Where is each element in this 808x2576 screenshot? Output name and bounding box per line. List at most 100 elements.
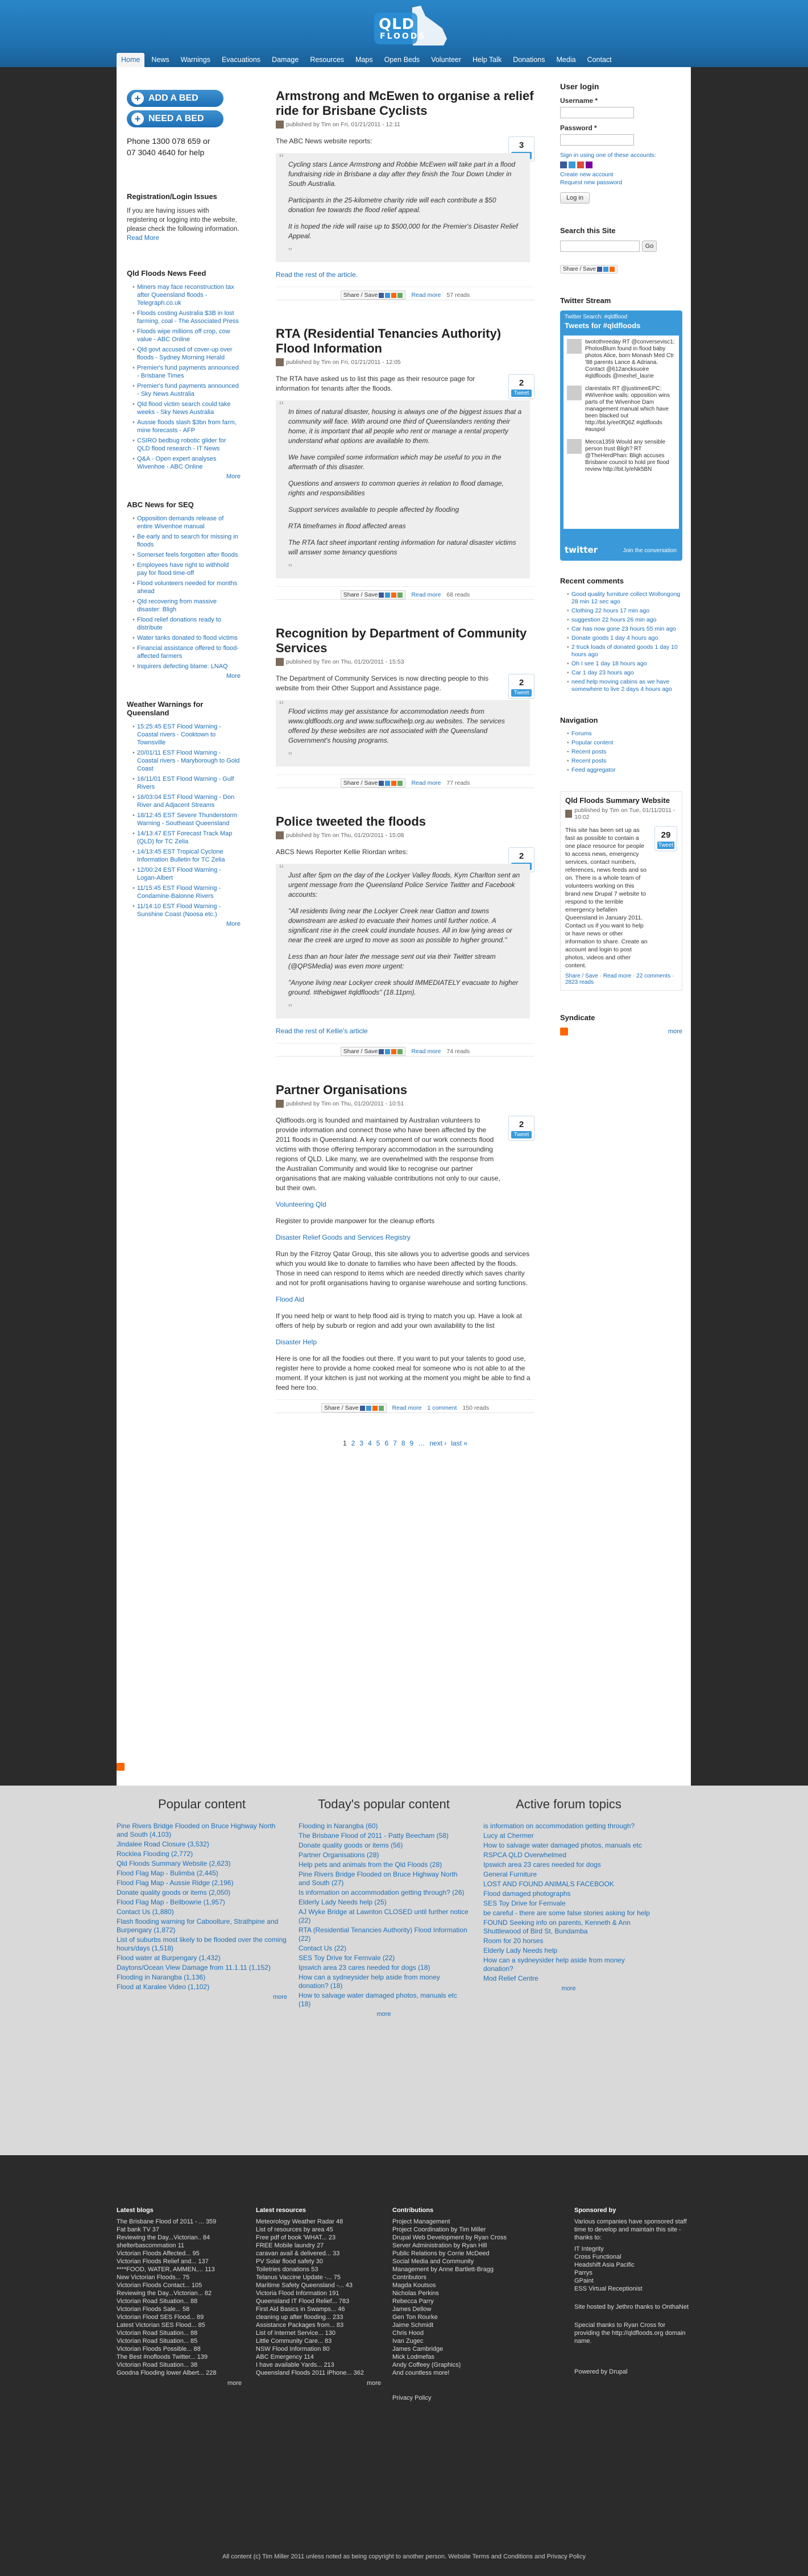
latest-resource-item[interactable]: First Aid Basics in Swamps... 46 — [256, 2305, 381, 2313]
recent-comment-item[interactable]: Donate goods 1 day 4 hours ago — [567, 635, 682, 642]
navigation-item[interactable]: Feed aggregator — [567, 767, 682, 774]
latest-blog-item[interactable]: Victorian Road Situation... 88 — [117, 2329, 242, 2337]
warning-item[interactable]: 18/12:45 EST Severe Thunderstorm Warning… — [132, 811, 241, 827]
latest-resource-item[interactable]: List of resources by area 45 — [256, 2226, 381, 2234]
recent-comment-item[interactable]: Car 1 day 23 hours ago — [567, 669, 682, 677]
seq-news-item[interactable]: Employees have right to withhold pay for… — [132, 561, 241, 577]
latest-blog-item[interactable]: shelterbascommation 11 — [117, 2242, 242, 2250]
partner-link[interactable]: Flood Aid — [276, 1295, 534, 1304]
qld-news-item[interactable]: Floods costing Australia $3B in lost far… — [132, 309, 241, 325]
share-save-button[interactable]: Share / Save — [340, 590, 406, 599]
read-more-link[interactable]: Read more — [411, 591, 441, 598]
latest-blog-item[interactable]: Victorian Road Situation... 38 — [117, 2361, 242, 2369]
site-logo[interactable]: QLD FLOODS — [358, 5, 449, 47]
tweet-avatar[interactable] — [567, 339, 582, 354]
google-icon[interactable] — [577, 161, 584, 168]
article-outro-link[interactable]: Read the rest of Kellie's article — [276, 1026, 534, 1036]
latest-blog-item[interactable]: Latest Victorian SES Flood... 85 — [117, 2321, 242, 2329]
latest-resources-more-link[interactable]: more — [367, 2380, 381, 2387]
todays-popular-item[interactable]: AJ Wyke Bridge at Lawnton CLOSED until f… — [299, 1908, 469, 1925]
search-button[interactable]: Go — [642, 241, 657, 252]
pager-item[interactable]: 3 — [359, 1439, 363, 1447]
navigation-item[interactable]: Forums — [567, 730, 682, 738]
popular-content-item[interactable]: Flood Flag Map - Aussie Ridge (2,196) — [117, 1879, 287, 1887]
latest-blog-item[interactable]: Victorian Floods Relief and... 137 — [117, 2258, 242, 2266]
article-title[interactable]: RTA (Residential Tenancies Authority) Fl… — [276, 326, 534, 356]
popular-content-item[interactable]: Flood at Karalee Video (1,102) — [117, 1983, 287, 1991]
todays-popular-item[interactable]: The Brisbane Flood of 2011 - Patty Beech… — [299, 1832, 469, 1840]
latest-resource-item[interactable]: Telanus Vaccine Update -... 75 — [256, 2273, 381, 2281]
tweet-button[interactable]: Tweet — [511, 1131, 532, 1138]
latest-blog-item[interactable]: Victorian Road Situation... 88 — [117, 2297, 242, 2305]
latest-resource-item[interactable]: Free pdf of book 'WHAT... 23 — [256, 2234, 381, 2242]
qld-news-item[interactable]: Q&A - Open expert analyses Wivenhoe - AB… — [132, 455, 241, 471]
share-save-button[interactable]: Share / Save — [321, 1403, 387, 1413]
seq-news-item[interactable]: Qld recovering from massive disaster: Bl… — [132, 598, 241, 614]
tweet-button[interactable]: Tweet — [511, 689, 532, 697]
article-title[interactable]: Partner Organisations — [276, 1083, 534, 1098]
todays-popular-item[interactable]: Help pets and animals from the Qld Flood… — [299, 1861, 469, 1869]
twitter-join-link[interactable]: Join the conversation — [623, 548, 677, 554]
forum-topic-item[interactable]: Elderly Lady Needs help — [483, 1947, 654, 1955]
recent-comment-item[interactable]: Car has now gone 23 hours 55 min ago — [567, 626, 682, 633]
request-password-link[interactable]: Request new password — [560, 179, 622, 186]
partner-link[interactable]: Disaster Relief Goods and Services Regis… — [276, 1233, 534, 1243]
sponsor-item[interactable]: Cross Functional — [574, 2253, 691, 2261]
todays-popular-item[interactable]: Pine Rivers Bridge Flooded on Bruce High… — [299, 1870, 469, 1887]
latest-blogs-more-link[interactable]: more — [227, 2380, 242, 2387]
forum-topic-item[interactable]: Mod Relief Centre — [483, 1974, 654, 1983]
latest-blog-item[interactable]: The Best #nofloods Twitter... 139 — [117, 2353, 242, 2361]
todays-popular-item[interactable]: SES Toy Drive for Fernvale (22) — [299, 1954, 469, 1962]
latest-resource-item[interactable]: caravan avail & delivered... 33 — [256, 2250, 381, 2258]
partner-link[interactable]: Disaster Help — [276, 1337, 534, 1347]
forum-topic-item[interactable]: Flood damaged photographs — [483, 1890, 654, 1898]
qld-news-item[interactable]: Miners may face reconstruction tax after… — [132, 283, 241, 307]
recent-comment-item[interactable]: need help moving cabins as we have somew… — [567, 678, 682, 693]
latest-blog-item[interactable]: Victorian Floods Possible... 88 — [117, 2345, 242, 2353]
latest-blog-item[interactable]: Victorian Floods Sale... 58 — [117, 2305, 242, 2313]
syndicate-more-link[interactable]: more — [668, 1028, 682, 1035]
latest-resource-item[interactable]: Victoria Flood Information 191 — [256, 2289, 381, 2297]
todays-popular-item[interactable]: Donate quality goods or items (56) — [299, 1841, 469, 1850]
popular-content-item[interactable]: Daytons/Ocean View Damage from 11.1.11 (… — [117, 1964, 287, 1972]
share-save-button[interactable]: Share / Save — [340, 778, 406, 788]
latest-resource-item[interactable]: Assistance Packages from... 83 — [256, 2321, 381, 2329]
share-save-button[interactable]: Share / Save — [340, 1047, 406, 1056]
need-bed-button[interactable]: + NEED A BED — [127, 110, 223, 127]
seq-news-item[interactable]: Be early and to search for missing in fl… — [132, 533, 241, 549]
create-account-link[interactable]: Create new account — [560, 171, 613, 178]
pager-item[interactable]: 1 — [343, 1439, 347, 1447]
seq-news-item[interactable]: Water tanks donated to flood victims — [132, 634, 241, 642]
latest-blog-item[interactable]: Victorian Floods Contact... 105 — [117, 2281, 242, 2289]
summary-links[interactable]: Share / Save · Read more · 22 comments ·… — [565, 973, 677, 985]
comments-link[interactable]: 1 comment — [428, 1405, 457, 1411]
tweet-box[interactable]: 2Tweet — [508, 374, 534, 399]
tweet-box[interactable]: 2Tweet — [508, 674, 534, 699]
seq-news-item[interactable]: Inquirers defecting blame: LNAQ — [132, 662, 241, 670]
latest-resource-item[interactable]: Queensland IT Flood Relief... 783 — [256, 2297, 381, 2305]
latest-blog-item[interactable]: ****FOOD, WATER, AMMEN,... 113 — [117, 2266, 242, 2273]
pager-item[interactable]: 9 — [410, 1439, 414, 1447]
warning-item[interactable]: 16/11/01 EST Flood Warning - Gulf Rivers — [132, 775, 241, 791]
password-input[interactable] — [560, 134, 634, 146]
todays-popular-more-link[interactable]: more — [376, 2011, 391, 2018]
popular-content-item[interactable]: List of suburbs most likely to be floode… — [117, 1936, 287, 1953]
popular-content-item[interactable]: Flash flooding warning for Caboolture, S… — [117, 1917, 287, 1935]
article-title[interactable]: Armstrong and McEwen to organise a relie… — [276, 89, 534, 118]
qld-news-item[interactable]: Qld govt accused of cover-up over floods… — [132, 346, 241, 362]
nav-home[interactable]: Home — [117, 53, 145, 67]
share-save-button[interactable]: Share / Save — [340, 291, 406, 300]
tweet-button[interactable]: Tweet — [657, 842, 674, 849]
todays-popular-item[interactable]: Flooding in Narangba (60) — [299, 1822, 469, 1830]
qld-news-item[interactable]: Qld flood victim search could take weeks… — [132, 400, 241, 416]
rss-icon[interactable] — [117, 1763, 125, 1771]
warning-item[interactable]: 20/01/11 EST Flood Warning - Coastal riv… — [132, 749, 241, 773]
seq-news-more-link[interactable]: More — [226, 673, 241, 680]
nav-news[interactable]: News — [147, 53, 173, 67]
tweet-avatar[interactable] — [567, 439, 582, 454]
latest-blog-item[interactable]: Reviewing the Day...Victorian... 82 — [117, 2289, 242, 2297]
navigation-item[interactable]: Popular content — [567, 739, 682, 747]
powered-by[interactable]: Powered by Drupal — [574, 2368, 691, 2376]
pager-item[interactable]: 7 — [393, 1439, 397, 1447]
seq-news-item[interactable]: Flood relief donations ready to distribu… — [132, 616, 241, 632]
